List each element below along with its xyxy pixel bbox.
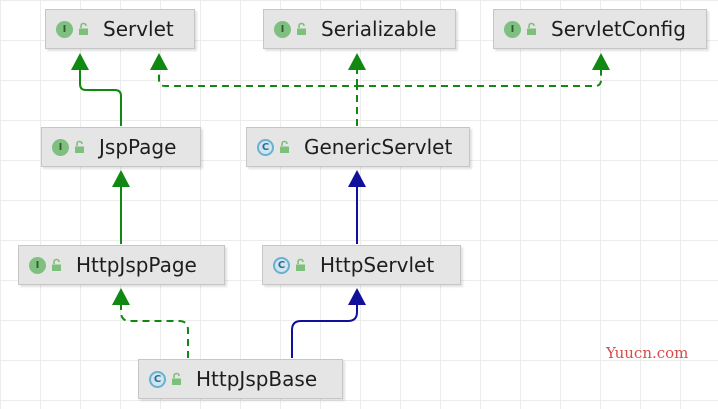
edge-httpjsppage-to-jsppage [112, 170, 130, 244]
unlock-icon [52, 258, 61, 271]
node-label: Serializable [321, 17, 437, 41]
unlock-icon [280, 140, 289, 153]
edge-httpservlet-to-genericservlet [348, 170, 366, 244]
edge-httpjspbase-to-httpjsppage [112, 288, 189, 358]
node-genericservlet[interactable]: C GenericServlet [246, 127, 470, 167]
interface-icon: I [52, 138, 69, 156]
interface-icon: I [56, 20, 73, 38]
unlock-icon [172, 372, 181, 385]
node-serializable[interactable]: I Serializable [263, 9, 456, 49]
class-icon: C [149, 370, 166, 388]
node-jsppage[interactable]: I JspPage [41, 127, 201, 167]
edge-genericservlet-to-servlet [150, 53, 358, 126]
node-label: HttpJspBase [196, 367, 318, 391]
node-httpjspbase[interactable]: C HttpJspBase [138, 359, 343, 399]
interface-icon: I [504, 20, 521, 38]
unlock-icon [297, 22, 306, 35]
node-servlet[interactable]: I Servlet [45, 9, 195, 49]
edge-jsppage-to-servlet [71, 53, 122, 126]
unlock-icon [75, 140, 84, 153]
node-label: HttpServlet [320, 253, 435, 277]
node-label: ServletConfig [551, 17, 686, 41]
node-httpservlet[interactable]: C HttpServlet [262, 245, 461, 285]
edge-httpjspbase-to-httpservlet [291, 288, 366, 358]
site-watermark: Yuucn.com [606, 344, 689, 362]
interface-icon: I [274, 20, 291, 38]
node-label: JspPage [99, 135, 177, 159]
node-label: HttpJspPage [76, 253, 197, 277]
class-icon: C [273, 256, 290, 274]
node-label: Servlet [103, 17, 174, 41]
class-hierarchy-diagram: I Servlet I Serializable I ServletConfig… [0, 0, 718, 409]
node-servletconfig[interactable]: I ServletConfig [493, 9, 707, 49]
unlock-icon [296, 258, 305, 271]
unlock-icon [79, 22, 88, 35]
node-httpjsppage[interactable]: I HttpJspPage [18, 245, 225, 285]
node-label: GenericServlet [304, 135, 453, 159]
interface-icon: I [29, 256, 46, 274]
class-icon: C [257, 138, 274, 156]
edge-genericservlet-to-serializable [348, 53, 366, 86]
unlock-icon [527, 22, 536, 35]
edge-genericservlet-to-servletconfig [357, 53, 610, 87]
